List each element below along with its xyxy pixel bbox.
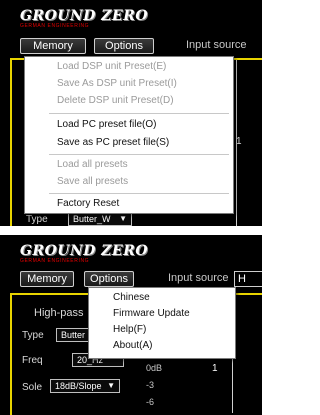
menu-item-help[interactable]: Help(F) [89,322,235,338]
menu-separator [49,113,229,114]
app-window-memory-open: GROUND ZERO GERMAN ENGINEERING Memory Op… [0,0,262,226]
graph-marker-label: 1 [212,363,218,374]
options-dropdown-menu: Chinese Firmware Update Help(F) About(A) [88,287,236,359]
brand-logo: GROUND ZERO GERMAN ENGINEERING [20,243,148,264]
options-button[interactable]: Options [94,38,154,54]
menu-item-firmware-update[interactable]: Firmware Update [89,306,235,322]
menu-item-chinese[interactable]: Chinese [89,290,235,306]
memory-dropdown-menu: Load DSP unit Preset(E) Save As DSP unit… [24,56,234,214]
menu-separator [49,193,229,194]
type-label: Type [22,330,44,341]
menu-item-about[interactable]: About(A) [89,338,235,354]
slope-label: Sole [22,382,43,393]
input-source-label: Input source [186,39,247,51]
app-window-options-open: GROUND ZERO GERMAN ENGINEERING Memory Op… [0,235,262,415]
menu-item-save-pc-preset[interactable]: Save as PC preset file(S) [25,135,233,151]
logo-title: GROUND ZERO [20,8,149,24]
freq-label: Freq [22,355,43,366]
slope-select[interactable]: 18dB/Slope ▼ [50,379,120,393]
options-button[interactable]: Options [84,271,134,287]
menu-item-save-all-presets[interactable]: Save all presets [25,174,233,190]
input-source-label: Input source [168,272,229,284]
graph-marker-label: 1 [236,136,242,147]
graph-y-label: 0dB [146,363,163,373]
type-select-value: Butter_W [73,214,111,224]
brand-logo: GROUND ZERO GERMAN ENGINEERING [20,8,148,29]
input-source-select[interactable]: H [234,271,262,287]
menu-item-save-dsp-preset[interactable]: Save As DSP unit Preset(I) [25,76,233,92]
menu-item-load-dsp-preset[interactable]: Load DSP unit Preset(E) [25,59,233,75]
menu-item-load-pc-preset[interactable]: Load PC preset file(O) [25,117,233,133]
memory-button[interactable]: Memory [20,38,86,54]
logo-title: GROUND ZERO [20,243,149,259]
chevron-down-icon: ▼ [119,214,127,223]
chevron-down-icon: ▼ [107,381,115,390]
menu-item-factory-reset[interactable]: Factory Reset [25,196,233,212]
menu-item-delete-dsp-preset[interactable]: Delete DSP unit Preset(D) [25,93,233,109]
menu-item-load-all-presets[interactable]: Load all presets [25,157,233,173]
menu-separator [49,154,229,155]
type-label: Type [26,214,48,225]
slope-select-value: 18dB/Slope [55,381,102,391]
type-select[interactable]: Butter_W ▼ [68,212,132,226]
graph-y-label: -3 [146,380,155,390]
filter-title: High-pass [34,307,84,319]
memory-button[interactable]: Memory [20,271,74,287]
graph-y-label: -6 [146,397,155,407]
